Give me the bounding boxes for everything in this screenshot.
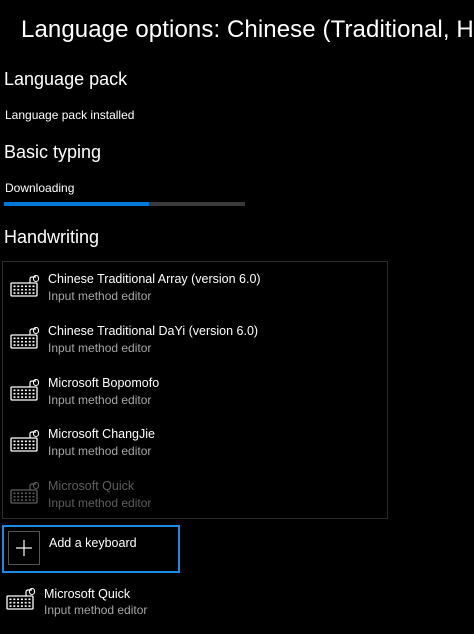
keyboard-icon	[10, 482, 40, 504]
download-progress-fill	[4, 202, 149, 206]
keyboard-type: Input method editor	[48, 444, 152, 458]
keyboard-icon	[6, 588, 36, 610]
keyboard-item-array[interactable]: Chinese Traditional Array (version 6.0) …	[7, 268, 377, 312]
keyboard-icon	[10, 275, 40, 297]
keyboard-icon	[10, 327, 40, 349]
keyboard-icon	[10, 379, 40, 401]
dragged-keyboard-item[interactable]: Microsoft Quick Input method editor	[2, 585, 372, 629]
language-pack-heading: Language pack	[4, 69, 128, 89]
keyboard-item-quick[interactable]: Microsoft Quick Input method editor	[7, 475, 377, 519]
handwriting-heading: Handwriting	[4, 227, 100, 247]
page-header: Language options: Chinese (Traditional, …	[0, 10, 474, 50]
keyboard-item-bopomofo[interactable]: Microsoft Bopomofo Input method editor	[7, 372, 377, 416]
keyboard-list: Chinese Traditional Array (version 6.0) …	[2, 261, 388, 519]
keyboard-name: Microsoft Quick	[44, 587, 131, 601]
basic-typing-status: Downloading	[5, 181, 75, 195]
keyboard-name: Microsoft ChangJie	[48, 427, 155, 441]
keyboard-type: Input method editor	[48, 496, 152, 510]
plus-icon	[8, 531, 40, 565]
keyboard-item-dayi[interactable]: Chinese Traditional DaYi (version 6.0) I…	[7, 320, 377, 364]
add-keyboard-button[interactable]: Add a keyboard	[2, 525, 180, 573]
keyboard-type: Input method editor	[48, 341, 152, 355]
language-pack-status: Language pack installed	[5, 108, 135, 122]
keyboard-name: Chinese Traditional Array (version 6.0)	[48, 272, 261, 286]
basic-typing-heading: Basic typing	[4, 142, 102, 162]
add-keyboard-label: Add a keyboard	[49, 536, 137, 550]
page-title: Language options: Chinese (Traditional, …	[21, 16, 474, 43]
keyboard-type: Input method editor	[48, 289, 152, 303]
keyboard-name: Microsoft Bopomofo	[48, 376, 160, 390]
keyboard-type: Input method editor	[44, 603, 148, 617]
download-progress-bar	[4, 202, 245, 206]
keyboard-type: Input method editor	[48, 393, 152, 407]
keyboard-item-changjie[interactable]: Microsoft ChangJie Input method editor	[7, 423, 377, 467]
keyboard-name: Microsoft Quick	[48, 479, 135, 493]
keyboard-name: Chinese Traditional DaYi (version 6.0)	[48, 324, 259, 338]
keyboard-icon	[10, 430, 40, 452]
